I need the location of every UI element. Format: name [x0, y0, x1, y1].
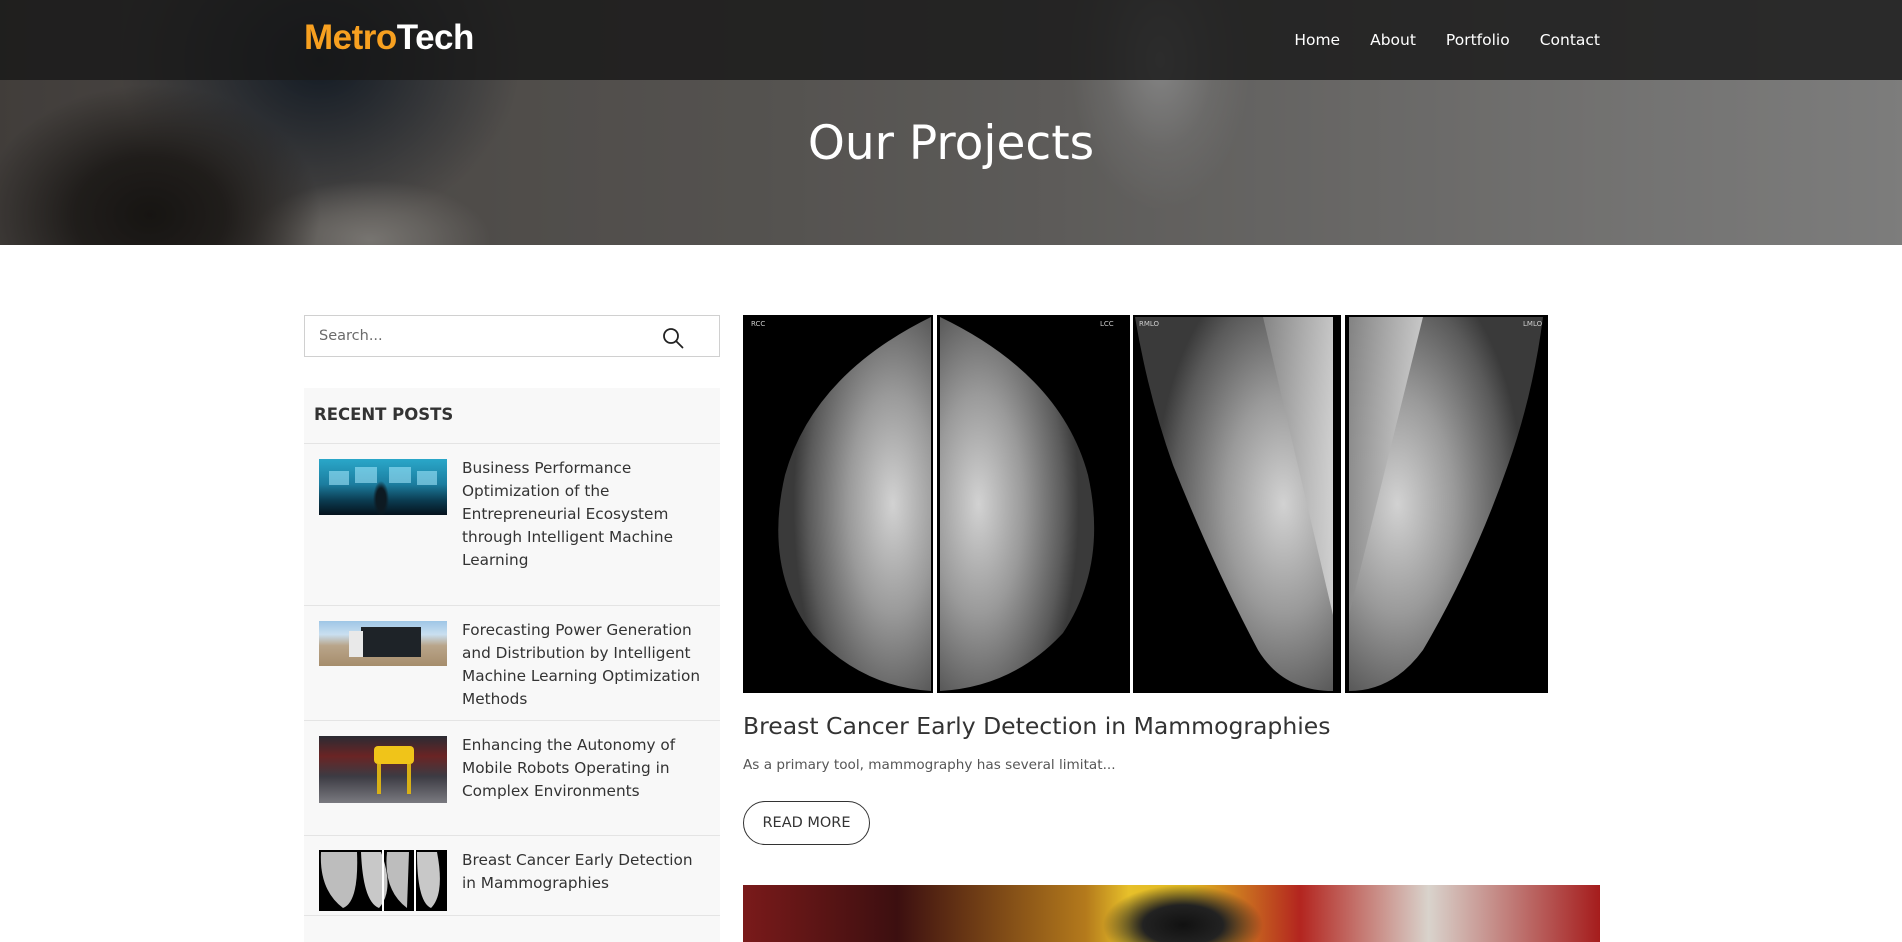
read-more-button[interactable]: READ MORE	[743, 801, 870, 845]
thumb-robot-leg	[407, 764, 411, 794]
post-thumbnail-robot[interactable]	[319, 736, 447, 803]
recent-post-item[interactable]: Breast Cancer Early Detection in Mammogr…	[304, 835, 720, 916]
thumb-screen-shape	[355, 467, 377, 483]
next-article-image[interactable]	[743, 885, 1600, 942]
search-icon	[663, 328, 684, 349]
nav-portfolio[interactable]: Portfolio	[1446, 28, 1510, 52]
brand-logo-part2: Tech	[396, 18, 475, 57]
mammo-label-4: LMLO	[1523, 320, 1543, 328]
search-box	[304, 315, 720, 357]
main-nav: Home About Portfolio Contact	[1294, 28, 1600, 52]
hero-banner: MetroTech Home About Portfolio Contact O…	[0, 0, 1902, 245]
recent-posts-widget: RECENT POSTS Business Performance Optimi…	[304, 388, 720, 942]
recent-post-item[interactable]: Business Performance Optimization of the…	[304, 444, 720, 605]
thumb-screen-shape	[417, 471, 437, 485]
mammo-label-1: RCC	[751, 320, 765, 328]
thumb-unit-shape	[349, 631, 363, 657]
recent-post-title[interactable]: Enhancing the Autonomy of Mobile Robots …	[462, 734, 707, 803]
search-button[interactable]	[661, 326, 685, 350]
thumb-generator-shape	[361, 627, 421, 657]
recent-post-item[interactable]: Enhancing the Autonomy of Mobile Robots …	[304, 720, 720, 835]
thumb-mammogram-graphic	[320, 850, 440, 911]
mammo-label-3: RMLO	[1139, 320, 1160, 328]
post-thumbnail-power[interactable]	[319, 621, 447, 666]
mammo-label-2: LCC	[1100, 320, 1114, 328]
mammogram-graphic: RCC LCC RMLO LMLO	[751, 315, 1543, 693]
thumb-screen-shape	[389, 467, 411, 483]
recent-posts-title: RECENT POSTS	[304, 388, 720, 444]
brand-logo-part1: Metro	[304, 18, 397, 57]
post-thumbnail-mammography[interactable]	[319, 850, 447, 911]
recent-post-title[interactable]: Breast Cancer Early Detection in Mammogr…	[462, 849, 707, 895]
nav-home[interactable]: Home	[1294, 28, 1340, 52]
search-input[interactable]	[319, 316, 649, 356]
article-excerpt: As a primary tool, mammography has sever…	[743, 757, 1116, 773]
article-title[interactable]: Breast Cancer Early Detection in Mammogr…	[743, 709, 1330, 743]
thumb-robot-leg	[377, 764, 381, 794]
thumb-screen-shape	[329, 471, 349, 485]
recent-post-title[interactable]: Business Performance Optimization of the…	[462, 457, 707, 572]
page-title: Our Projects	[807, 116, 1095, 171]
nav-about[interactable]: About	[1370, 28, 1416, 52]
recent-post-item[interactable]: Forecasting Power Generation and Distrib…	[304, 605, 720, 720]
navbar: MetroTech Home About Portfolio Contact	[0, 0, 1902, 80]
recent-post-title[interactable]: Forecasting Power Generation and Distrib…	[462, 619, 707, 711]
brand-logo[interactable]: MetroTech	[304, 16, 474, 60]
nav-contact[interactable]: Contact	[1540, 28, 1600, 52]
thumb-robot-body	[374, 746, 414, 764]
article-featured-image[interactable]: RCC LCC RMLO LMLO	[743, 315, 1548, 693]
post-thumbnail-business[interactable]	[319, 459, 447, 515]
